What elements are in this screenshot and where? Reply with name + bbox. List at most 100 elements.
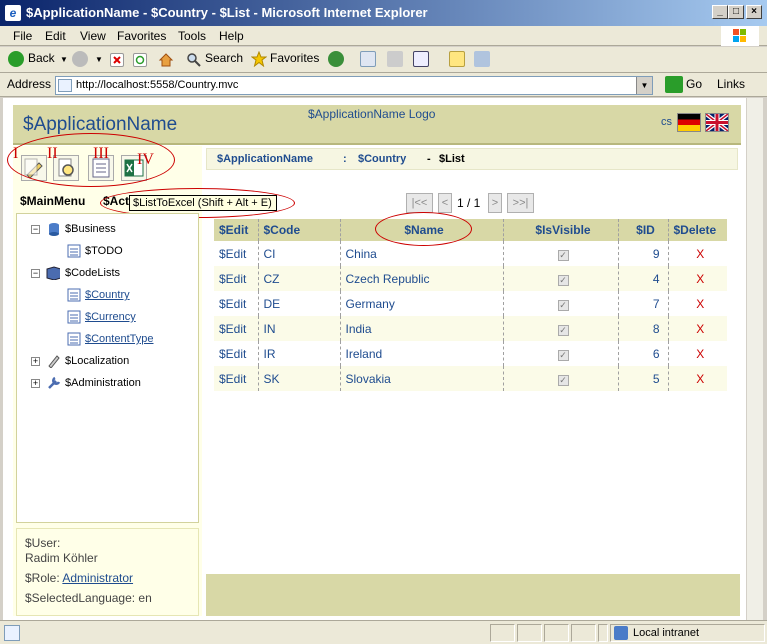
status-pane [598,624,608,642]
tree-item-codelists[interactable]: $CodeLists [65,267,120,279]
delete-link[interactable]: X [667,291,727,316]
tree-collapse-codelists[interactable]: − [31,269,40,278]
favorites-button[interactable]: Favorites [270,51,319,65]
user-label: $User: [25,536,61,550]
menu-help[interactable]: Help [219,29,244,43]
address-input[interactable]: http://localhost:5558/Country.mvc ▼ [55,76,653,95]
col-header-isvisible[interactable]: $IsVisible [502,219,618,241]
tree-item-contenttype[interactable]: $ContentType [85,333,154,345]
favorites-star-icon[interactable] [250,50,268,68]
edit-link[interactable]: $Edit [214,291,258,316]
delete-link[interactable]: X [667,341,727,366]
id-cell: 7 [617,291,668,316]
col-header-delete: $Delete [667,219,727,241]
name-cell: Czech Republic [339,266,503,291]
title-bar: e $ApplicationName - $Country - $List - … [0,0,767,26]
col-header-edit: $Edit [214,219,258,241]
stop-icon[interactable] [110,53,124,67]
isvisible-checkbox[interactable]: ✓ [557,249,569,261]
word-edit-icon[interactable] [413,51,429,67]
todo-list-icon [67,244,81,258]
breadcrumb-app[interactable]: $ApplicationName [217,153,313,165]
mail-icon[interactable] [360,51,376,67]
minimize-button[interactable]: _ [712,5,728,19]
col-header-id[interactable]: $ID [617,219,668,241]
links-button[interactable]: Links [717,77,745,91]
messenger-icon[interactable] [474,51,490,67]
delete-link[interactable]: X [667,241,727,266]
isvisible-cell: ✓ [502,291,618,316]
tree-expand-administration[interactable]: + [31,379,40,388]
go-button[interactable]: Go [686,77,702,91]
page-footer [206,574,740,616]
isvisible-checkbox[interactable]: ✓ [557,274,569,286]
pager-last-button[interactable]: >>| [507,193,534,213]
tree-collapse-business[interactable]: − [31,225,40,234]
search-icon[interactable] [186,52,202,68]
go-arrow-icon[interactable] [665,76,683,93]
vertical-scrollbar[interactable] [746,98,763,620]
contenttype-list-icon [67,332,81,346]
isvisible-checkbox[interactable]: ✓ [557,374,569,386]
edit-link[interactable]: $Edit [214,316,258,341]
col-header-code[interactable]: $Code [257,219,340,241]
media-icon[interactable] [328,51,344,67]
german-flag-icon[interactable] [677,113,701,132]
tree-item-administration[interactable]: $Administration [65,377,141,389]
zone-text: Local intranet [633,627,700,639]
menu-view[interactable]: View [80,29,106,43]
isvisible-cell: ✓ [502,316,618,341]
forward-dropdown-icon[interactable]: ▼ [95,55,103,64]
back-button[interactable]: Back [28,51,55,65]
tree-item-country[interactable]: $Country [85,289,130,301]
id-cell: 4 [617,266,668,291]
forward-arrow-icon[interactable] [72,51,88,67]
address-dropdown-icon[interactable]: ▼ [636,77,652,94]
close-button[interactable]: × [746,5,762,19]
user-name: Radim Köhler [25,551,98,565]
delete-link[interactable]: X [667,266,727,291]
table-row: $Edit SK Slovakia ✓ 5 X [214,366,727,391]
tree-item-business[interactable]: $Business [65,223,116,235]
isvisible-checkbox[interactable]: ✓ [557,299,569,311]
uk-flag-icon[interactable] [704,112,730,133]
home-icon[interactable] [158,52,174,67]
isvisible-cell: ✓ [502,266,618,291]
tree-item-localization[interactable]: $Localization [65,355,129,367]
pager-prev-button[interactable]: < [438,193,452,213]
isvisible-cell: ✓ [502,366,618,391]
print-icon[interactable] [387,51,403,67]
edit-link[interactable]: $Edit [214,366,258,391]
delete-link[interactable]: X [667,316,727,341]
tree-item-todo[interactable]: $TODO [85,245,123,257]
back-dropdown-icon[interactable]: ▼ [60,55,68,64]
discuss-icon[interactable] [449,51,465,67]
menu-edit[interactable]: Edit [45,29,66,43]
address-label: Address [7,77,52,91]
status-pane [517,624,542,642]
edit-link[interactable]: $Edit [214,241,258,266]
role-link[interactable]: Administrator [62,571,133,585]
intranet-icon [614,626,628,640]
name-cell: Ireland [339,341,503,366]
tree-item-currency[interactable]: $Currency [85,311,136,323]
edit-link[interactable]: $Edit [214,266,258,291]
back-arrow-icon[interactable] [8,51,24,67]
search-button[interactable]: Search [205,51,243,65]
menu-file[interactable]: File [13,29,32,43]
pager-first-button[interactable]: |<< [406,193,433,213]
role-label: $Role: Administrator [25,571,134,585]
isvisible-checkbox[interactable]: ✓ [557,349,569,361]
country-list-table: $Edit $Code $Name $IsVisible $ID $Delete… [214,219,727,391]
breadcrumb-country[interactable]: $Country [358,153,406,165]
pager-next-button[interactable]: > [488,193,502,213]
maximize-button[interactable]: □ [728,5,744,19]
edit-link[interactable]: $Edit [214,341,258,366]
menu-tools[interactable]: Tools [178,29,206,43]
tree-expand-localization[interactable]: + [31,357,40,366]
refresh-icon[interactable] [133,53,147,67]
delete-link[interactable]: X [667,366,727,391]
isvisible-checkbox[interactable]: ✓ [557,324,569,336]
tab-main-menu[interactable]: $MainMenu [20,194,85,208]
menu-favorites[interactable]: Favorites [117,29,166,43]
